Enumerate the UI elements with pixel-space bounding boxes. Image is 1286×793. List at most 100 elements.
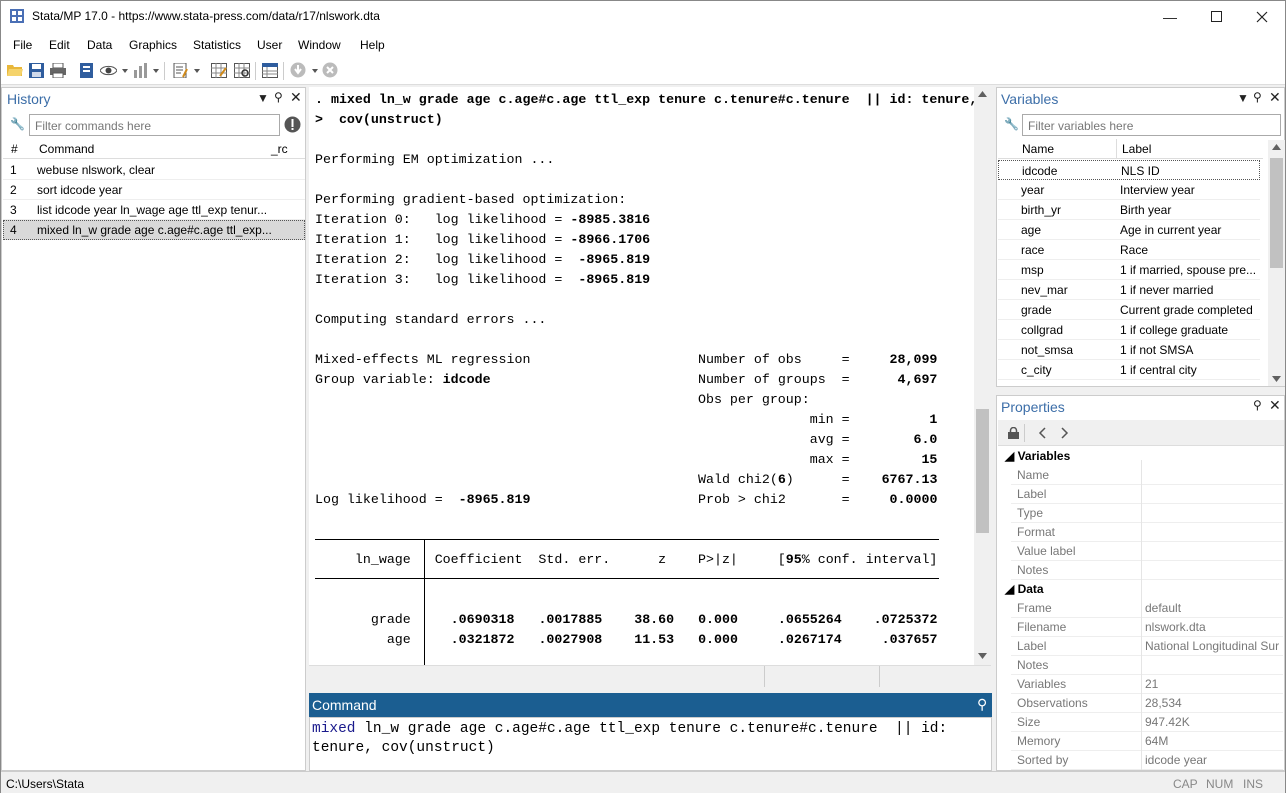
results-horizontal-area	[309, 665, 991, 687]
more-dropdown-arrow[interactable]	[312, 69, 318, 73]
variable-row[interactable]: idcode NLS ID	[998, 160, 1260, 180]
variable-row[interactable]: nev_mar 1 if never married	[998, 280, 1260, 300]
maximize-button[interactable]	[1193, 1, 1239, 32]
property-value[interactable]: 21	[1145, 677, 1158, 691]
status-ins: INS	[1243, 777, 1264, 791]
bar-chart-icon	[134, 62, 147, 78]
results-line: Iteration 0: log likelihood = -8985.3816	[315, 212, 651, 227]
variable-row[interactable]: year Interview year	[998, 180, 1260, 200]
lock-icon[interactable]	[1008, 427, 1019, 439]
variables-col-name[interactable]: Name	[1022, 142, 1054, 156]
variable-row[interactable]: age Age in current year	[998, 220, 1260, 240]
menu-edit[interactable]: Edit	[49, 38, 70, 52]
results-line: Mixed-effects ML regression Number of ob…	[315, 352, 938, 367]
history-col-rc[interactable]: _rc	[271, 142, 288, 156]
variables-col-label[interactable]: Label	[1122, 142, 1151, 156]
property-key: Notes	[1017, 658, 1049, 672]
results-line: Performing gradient-based optimization:	[315, 192, 627, 207]
variable-row[interactable]: race Race	[998, 240, 1260, 260]
history-col-num[interactable]: #	[11, 142, 18, 156]
open-button[interactable]	[6, 61, 24, 79]
properties-close-icon[interactable]: ✕	[1269, 397, 1281, 414]
variables-filter-input[interactable]: Filter variables here	[1022, 114, 1281, 136]
history-row[interactable]: 2 sort idcode year	[3, 180, 305, 200]
variable-row[interactable]: msp 1 if married, spouse pre...	[998, 260, 1260, 280]
variables-scroll-thumb[interactable]	[1270, 158, 1283, 268]
variable-label: Age in current year	[1120, 223, 1222, 237]
close-button[interactable]	[1239, 1, 1285, 32]
history-header: # Command _rc	[3, 139, 305, 159]
scroll-down-icon[interactable]	[978, 653, 987, 659]
variable-row[interactable]: grade Current grade completed	[998, 300, 1260, 320]
history-close-icon[interactable]: ✕	[290, 89, 302, 106]
history-col-command[interactable]: Command	[39, 142, 94, 156]
results-vertical-scrollbar[interactable]	[974, 87, 991, 665]
graph-button[interactable]	[132, 61, 150, 79]
properties-variables-section[interactable]: ◢ Variables	[1005, 449, 1070, 463]
viewer-dropdown-arrow[interactable]	[122, 69, 128, 73]
graph-dropdown-arrow[interactable]	[153, 69, 159, 73]
command-input[interactable]: mixed ln_w grade age c.age#c.age ttl_exp…	[309, 717, 992, 771]
print-button[interactable]	[49, 61, 67, 79]
variable-row[interactable]: not_smsa 1 if not SMSA	[998, 340, 1260, 360]
do-file-editor-button[interactable]	[171, 61, 189, 79]
property-value[interactable]: 28,534	[1145, 696, 1182, 710]
history-row[interactable]: 3 list idcode year ln_wage age ttl_exp t…	[3, 200, 305, 220]
log-button[interactable]	[77, 61, 95, 79]
variable-name: c_city	[1021, 363, 1052, 377]
history-pin-icon[interactable]: ⚲	[274, 90, 283, 104]
alert-icon[interactable]	[284, 116, 301, 133]
history-row-selected[interactable]: 4 mixed ln_w grade age c.age#c.age ttl_e…	[3, 220, 305, 240]
property-value[interactable]: National Longitudinal Sur	[1145, 639, 1279, 653]
menu-user[interactable]: User	[257, 38, 282, 52]
do-file-dropdown-arrow[interactable]	[194, 69, 200, 73]
variables-close-icon[interactable]: ✕	[1269, 89, 1281, 106]
property-key: Value label	[1017, 544, 1076, 558]
break-icon	[322, 62, 338, 78]
wrench-icon[interactable]: 🔧	[1004, 117, 1019, 131]
property-value[interactable]: default	[1145, 601, 1181, 615]
menu-help[interactable]: Help	[360, 38, 385, 52]
property-value[interactable]: idcode year	[1145, 753, 1207, 767]
history-row[interactable]: 1 webuse nlswork, clear	[3, 160, 305, 180]
forward-arrow-icon[interactable]	[1061, 427, 1069, 439]
more-button[interactable]	[289, 61, 307, 79]
property-key: Observations	[1017, 696, 1088, 710]
back-arrow-icon[interactable]	[1038, 427, 1046, 439]
scroll-up-icon[interactable]	[978, 91, 987, 97]
history-filter-icon[interactable]: ▼	[257, 91, 269, 105]
results-scroll-thumb[interactable]	[976, 409, 989, 533]
history-filter-input[interactable]: Filter commands here	[29, 114, 280, 136]
variables-pin-icon[interactable]: ⚲	[1253, 90, 1262, 104]
menu-window[interactable]: Window	[298, 38, 341, 52]
viewer-button[interactable]	[99, 61, 117, 79]
property-key: Label	[1017, 487, 1047, 501]
scroll-up-icon[interactable]	[1272, 144, 1281, 150]
break-button[interactable]	[321, 61, 339, 79]
variable-row[interactable]: collgrad 1 if college graduate	[998, 320, 1260, 340]
menu-statistics[interactable]: Statistics	[193, 38, 241, 52]
wrench-icon[interactable]: 🔧	[10, 117, 25, 131]
results-line: Iteration 2: log likelihood = -8965.819	[315, 252, 651, 267]
variables-filter-icon[interactable]: ▼	[1237, 91, 1249, 105]
save-button[interactable]	[27, 61, 45, 79]
property-value[interactable]: nlswork.dta	[1145, 620, 1206, 634]
variable-row[interactable]: birth_yr Birth year	[998, 200, 1260, 220]
minimize-button[interactable]: —	[1147, 1, 1193, 32]
scroll-down-icon[interactable]	[1272, 376, 1281, 382]
command-pin-icon[interactable]: ⚲	[977, 696, 987, 713]
menu-graphics[interactable]: Graphics	[129, 38, 177, 52]
property-key: Type	[1017, 506, 1044, 520]
variables-manager-button[interactable]	[261, 61, 279, 79]
variables-scrollbar[interactable]	[1268, 140, 1285, 386]
menu-file[interactable]: File	[13, 38, 32, 52]
variables-panel: Variables ▼ ⚲ ✕ 🔧 Filter variables here …	[996, 87, 1285, 387]
property-value[interactable]: 947.42K	[1145, 715, 1190, 729]
variable-row[interactable]: c_city 1 if central city	[998, 360, 1260, 380]
properties-data-section[interactable]: ◢ Data	[1005, 582, 1044, 596]
data-editor-button[interactable]	[210, 61, 228, 79]
data-browser-button[interactable]	[233, 61, 251, 79]
properties-pin-icon[interactable]: ⚲	[1253, 398, 1262, 412]
property-value[interactable]: 64M	[1145, 734, 1168, 748]
menu-data[interactable]: Data	[87, 38, 112, 52]
